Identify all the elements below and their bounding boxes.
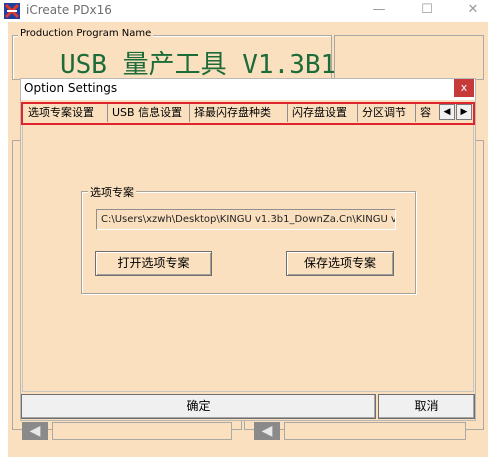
project-path-field[interactable]: C:\Users\xzwh\Desktop\KINGU v1.3b1_DownZ… (96, 209, 396, 230)
tab-scroll-right-icon[interactable]: ▶ (456, 104, 472, 120)
tab-partition[interactable]: 分区调节 (358, 104, 416, 122)
window-close-button[interactable]: ✕ (450, 0, 496, 22)
maximize-button[interactable]: ☐ (404, 0, 450, 22)
arrow-left-icon[interactable]: ◀ (22, 422, 48, 440)
left-device-field (52, 422, 232, 440)
save-project-button[interactable]: 保存选项专案 (286, 251, 394, 276)
ok-button[interactable]: 确定 (21, 394, 376, 419)
program-title: USB 量产工具 V1.3B1 (60, 50, 337, 80)
minimize-button[interactable]: — (356, 0, 402, 22)
program-name-group-label: Production Program Name (18, 28, 154, 39)
tab-usb-info[interactable]: USB 信息设置 (108, 104, 190, 122)
cancel-button[interactable]: 取消 (378, 394, 475, 419)
tab-flash-settings[interactable]: 闪存盘设置 (288, 104, 358, 122)
right-device-field (284, 422, 466, 440)
app-logo-icon (4, 3, 20, 19)
right-top-group (334, 35, 484, 80)
tab-scroll-left-icon[interactable]: ◀ (439, 104, 455, 120)
tab-capacity[interactable]: 容 (416, 104, 438, 122)
tab-project-settings[interactable]: 选项专案设置 (24, 104, 108, 122)
tab-flash-type[interactable]: 择最闪存盘种类 (190, 104, 288, 122)
dialog-title: Option Settings (24, 81, 118, 95)
dialog-close-button[interactable]: x (454, 79, 474, 97)
open-project-button[interactable]: 打开选项专案 (95, 251, 212, 276)
project-group (81, 191, 416, 294)
project-group-label: 选项专案 (88, 184, 136, 200)
window-title: iCreate PDx16 (26, 3, 112, 17)
arrow-left-icon[interactable]: ◀ (254, 422, 280, 440)
